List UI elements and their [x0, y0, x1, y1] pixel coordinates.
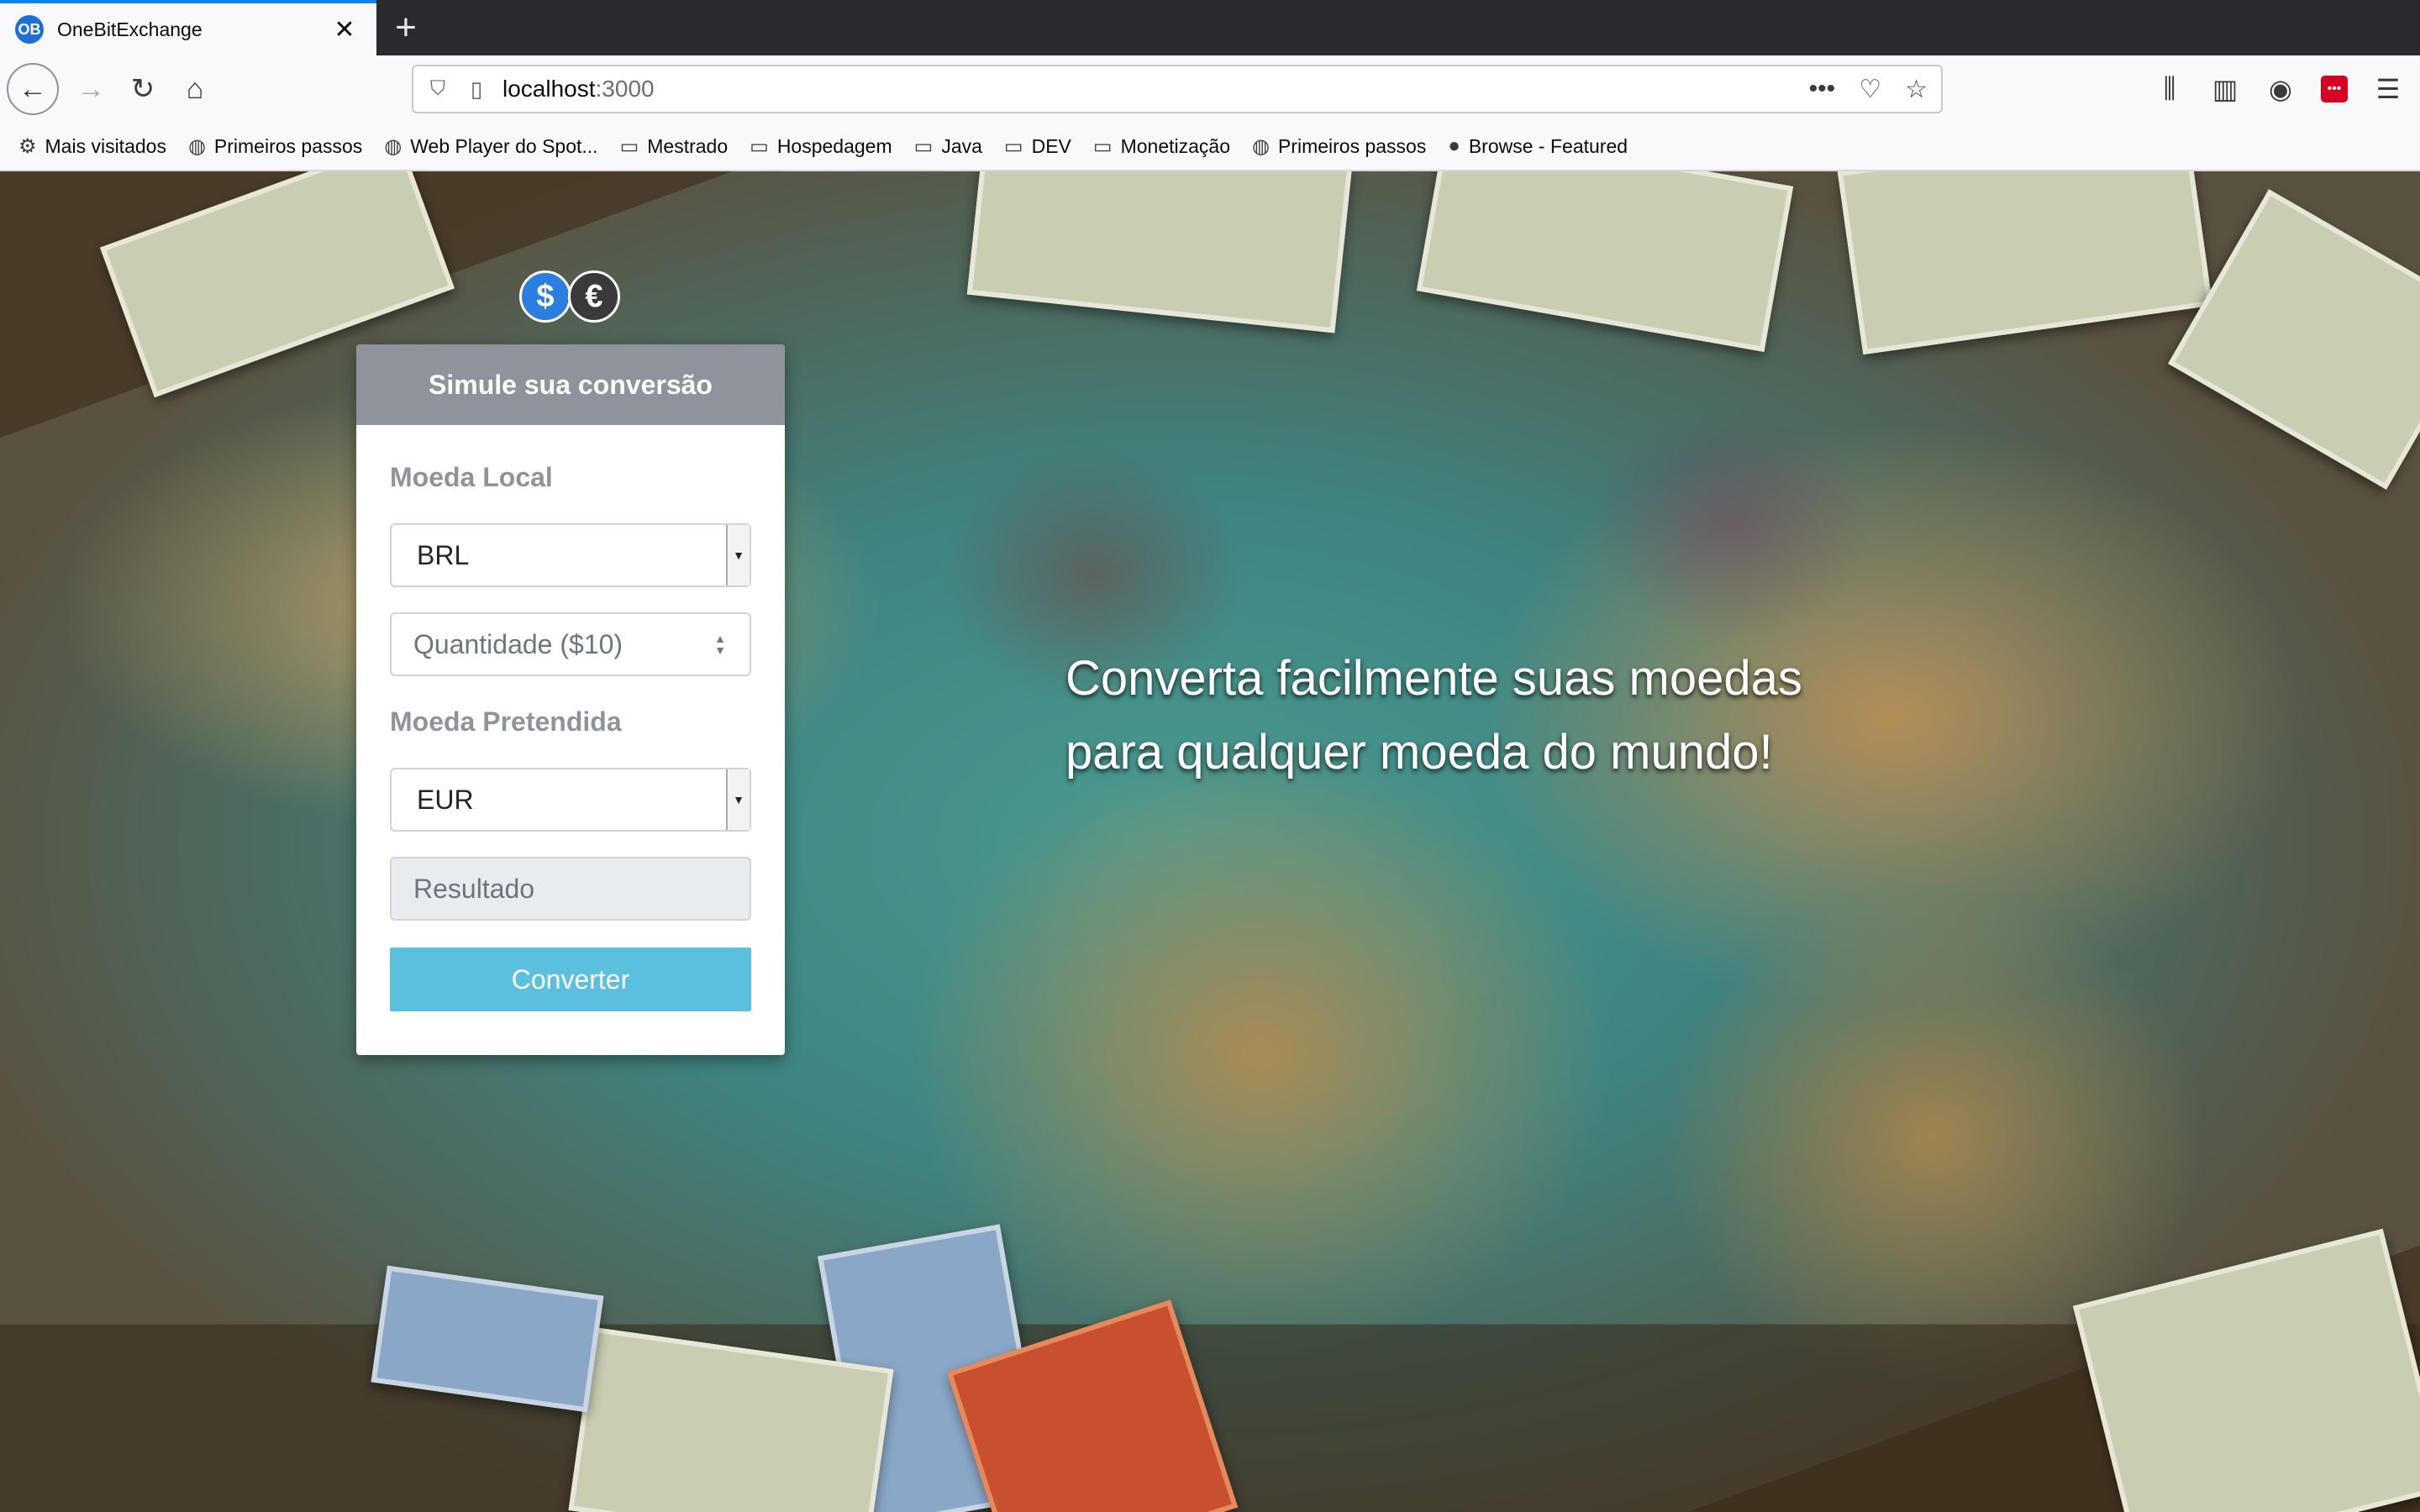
tab-strip: OB OneBitExchange ✕ + [0, 0, 2420, 55]
menu-icon[interactable]: ☰ [2373, 73, 2403, 105]
bookmark-item[interactable]: ● Browse - Featured [1448, 134, 1628, 158]
page-info-icon[interactable]: ▯ [466, 76, 487, 102]
card-title: Simule sua conversão [356, 344, 785, 425]
new-tab-icon[interactable]: + [385, 3, 427, 52]
tracking-shield-icon[interactable]: ⛉ [427, 77, 449, 101]
folder-icon: ▭ [750, 134, 769, 158]
home-icon[interactable]: ⌂ [170, 64, 220, 114]
banknote-image [2168, 189, 2420, 490]
bookmark-item[interactable]: ⚙ Mais visitados [18, 134, 166, 159]
site-favicon-icon: OB [15, 15, 44, 44]
local-currency-select[interactable]: BRL ▼ [390, 523, 751, 587]
dollar-coin-icon: $ [519, 270, 571, 323]
hero-line-2: para qualquer moeda do mundo! [1065, 725, 1773, 780]
chevron-down-icon[interactable]: ▼ [726, 769, 750, 830]
app-logo[interactable]: $ € [519, 270, 620, 323]
url-host: localhost [502, 76, 596, 102]
local-currency-value: BRL [417, 539, 470, 570]
globe-icon: ◍ [187, 134, 206, 158]
hero-line-1: Converta facilmente suas moedas [1065, 651, 1802, 706]
back-icon[interactable]: ← [7, 63, 59, 115]
reload-icon[interactable]: ↻ [118, 64, 168, 114]
convert-button[interactable]: Converter [390, 948, 751, 1011]
gear-icon: ⚙ [18, 134, 37, 158]
target-currency-select[interactable]: EUR ▼ [390, 768, 751, 832]
sidebar-icon[interactable]: ▥ [2210, 73, 2240, 105]
banknote-image [2072, 1228, 2420, 1512]
banknote-image [966, 171, 1353, 333]
amount-input[interactable]: Quantidade ($10) ▲ ▼ [390, 612, 751, 676]
hero-headline: Converta facilmente suas moedas para qua… [1065, 642, 1889, 790]
pocket-icon[interactable]: ♡ [1859, 75, 1881, 104]
bookmarks-bar: ⚙ Mais visitados ◍ Primeiros passos ◍ Web P… [0, 123, 2420, 171]
nav-bar: ← → ↻ ⌂ ⛉ ▯ localhost:3000 ••• ♡ ☆ ⫼ ▥ ◉… [0, 55, 2420, 123]
target-currency-label: Moeda Pretendida [390, 706, 622, 737]
url-bar[interactable]: ⛉ ▯ localhost:3000 ••• ♡ ☆ [412, 65, 1943, 113]
globe-icon: ◍ [384, 134, 402, 158]
flag-card-image [371, 1265, 604, 1413]
bookmark-folder[interactable]: ▭ Java [914, 134, 982, 159]
url-port: :3000 [595, 76, 655, 102]
folder-icon: ▭ [1092, 134, 1113, 158]
page-background: $ € Simule sua conversão Moeda Local BRL… [0, 171, 2420, 1512]
globe-icon: ◍ [1252, 134, 1270, 158]
toolbar-right: ⫼ ▥ ◉ ••• ☰ [2154, 64, 2403, 114]
card-body: Moeda Local BRL ▼ Quantidade ($10) ▲ ▼ Mo… [356, 462, 785, 1011]
folder-icon: ▭ [619, 134, 639, 158]
chevron-down-icon[interactable]: ▼ [726, 525, 750, 585]
close-tab-icon[interactable]: ✕ [328, 15, 361, 45]
result-field: Resultado [390, 857, 751, 921]
bookmark-folder[interactable]: ▭ DEV [1004, 134, 1071, 159]
extension-icon[interactable]: ••• [2321, 76, 2348, 102]
amount-placeholder: Quantidade ($10) [413, 628, 623, 659]
conversion-card: Simule sua conversão Moeda Local BRL ▼ Q… [356, 344, 785, 1055]
target-currency-value: EUR [417, 784, 474, 815]
forward-icon[interactable]: → [66, 64, 116, 114]
account-icon[interactable]: ◉ [2265, 73, 2296, 105]
bookmark-star-icon[interactable]: ☆ [1905, 75, 1928, 104]
active-tab[interactable]: OB OneBitExchange ✕ [0, 0, 376, 55]
folder-icon: ▭ [913, 134, 934, 158]
bookmark-item[interactable]: ◍ Primeiros passos [188, 134, 362, 159]
banknote-image [1837, 171, 2213, 355]
banknote-image [1416, 171, 1794, 352]
euro-coin-icon: € [568, 270, 620, 323]
tab-title: OneBitExchange [57, 18, 203, 40]
bookmark-item[interactable]: ◍ Primeiros passos [1252, 134, 1426, 159]
bookmark-folder[interactable]: ▭ Mestrado [620, 134, 729, 159]
bookmark-folder[interactable]: ▭ Monetização [1093, 134, 1230, 159]
number-spinner-icon[interactable]: ▲ ▼ [714, 633, 726, 656]
result-placeholder: Resultado [413, 873, 535, 904]
url-actions: ••• ♡ ☆ [1809, 75, 1928, 104]
folder-icon: ▭ [1003, 134, 1023, 158]
more-actions-icon[interactable]: ••• [1809, 75, 1836, 103]
bookmark-item[interactable]: ◍ Web Player do Spot... [384, 134, 597, 159]
local-currency-label: Moeda Local [390, 462, 553, 492]
bookmark-folder[interactable]: ▭ Hospedagem [750, 134, 892, 159]
library-icon[interactable]: ⫼ [2154, 73, 2185, 105]
spotify-icon: ● [1448, 134, 1460, 157]
